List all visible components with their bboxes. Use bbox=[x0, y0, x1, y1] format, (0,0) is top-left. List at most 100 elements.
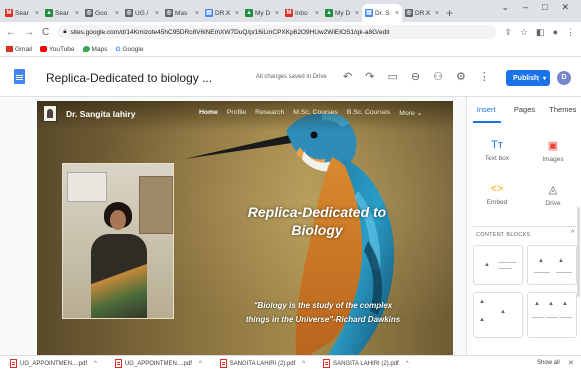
reload-icon[interactable]: C bbox=[42, 27, 49, 38]
browser-menu-icon[interactable]: ⋮ bbox=[566, 27, 575, 38]
content-block-layout[interactable]: ▲ bbox=[473, 245, 523, 285]
nav-home[interactable]: Home bbox=[199, 109, 218, 117]
browser-tab[interactable]: ◎ Mas × bbox=[162, 4, 202, 22]
gmail-icon: M bbox=[285, 9, 293, 17]
text-line bbox=[498, 262, 516, 263]
globe-icon: ◎ bbox=[85, 9, 93, 17]
close-tab-icon[interactable]: × bbox=[435, 10, 439, 17]
close-tab-icon[interactable]: × bbox=[35, 10, 39, 17]
download-menu-chevron-icon[interactable]: ^ bbox=[199, 361, 202, 367]
close-tab-icon[interactable]: × bbox=[155, 10, 159, 17]
share-icon[interactable]: ⇪ bbox=[504, 27, 512, 38]
bookmark-star-icon[interactable]: ☆ bbox=[520, 27, 528, 38]
browser-tab[interactable]: ◎ UG / × bbox=[122, 4, 162, 22]
close-tab-icon[interactable]: × bbox=[235, 10, 239, 17]
close-tab-icon[interactable]: × bbox=[395, 10, 399, 17]
download-item[interactable]: SANGITA LAHIRI (2).pdf ^ bbox=[323, 359, 409, 368]
publish-button[interactable]: Publish ▾ bbox=[506, 70, 550, 86]
google-sites-icon[interactable] bbox=[14, 69, 25, 84]
close-tab-icon[interactable]: × bbox=[355, 10, 359, 17]
site-name[interactable]: Dr. Sangita lahiry bbox=[66, 109, 135, 119]
download-item[interactable]: UG_APPOINTMEN....pdf ^ bbox=[114, 359, 202, 368]
download-item[interactable]: UG_APPOINTMEN....pdf ^ bbox=[10, 359, 97, 368]
nav-research[interactable]: Research bbox=[255, 109, 284, 117]
tab-title: Sear bbox=[15, 9, 29, 17]
browser-tab[interactable]: ▲ My D × bbox=[242, 4, 282, 22]
browser-tab[interactable]: M Inbo × bbox=[282, 4, 322, 22]
nav-msc-courses[interactable]: M.Sc. Courses bbox=[293, 109, 338, 117]
publish-dropdown-icon[interactable]: ▾ bbox=[538, 74, 550, 82]
document-title[interactable]: Replica-Dedicated to biology ... bbox=[46, 71, 212, 85]
insert-images[interactable]: ▣ Images bbox=[525, 139, 581, 163]
site-headline[interactable]: Replica-Dedicated to Biology bbox=[237, 203, 397, 239]
new-tab-button[interactable]: + bbox=[446, 4, 453, 22]
close-downloads-icon[interactable]: ✕ bbox=[568, 359, 574, 367]
maximize-button[interactable]: □ bbox=[542, 2, 547, 13]
address-bar[interactable]: 🔒︎ sites.google.com/d/14Kmizote45hC95DRc… bbox=[57, 25, 497, 39]
browser-tab[interactable]: ▲ Sear × bbox=[42, 4, 82, 22]
insert-drive[interactable]: ◬ Drive bbox=[525, 183, 581, 207]
minimize-button[interactable]: – bbox=[523, 2, 528, 13]
settings-gear-icon[interactable]: ⚙ bbox=[456, 70, 466, 83]
redo-icon[interactable]: ↷ bbox=[365, 70, 374, 83]
preview-icon[interactable]: ▭ bbox=[387, 70, 397, 83]
nav-profile[interactable]: Profile bbox=[227, 109, 246, 117]
download-menu-chevron-icon[interactable]: ^ bbox=[406, 361, 409, 367]
downloads-bar: UG_APPOINTMEN....pdf ^ UG_APPOINTMEN....… bbox=[0, 355, 581, 371]
tab-pages[interactable]: Pages bbox=[505, 97, 543, 123]
close-window-button[interactable]: ✕ bbox=[561, 2, 569, 13]
profile-icon[interactable]: ● bbox=[553, 27, 558, 38]
site-header-banner[interactable]: Dr. Sangita lahiry Home Profile Research… bbox=[37, 101, 453, 355]
account-avatar[interactable]: D bbox=[557, 71, 571, 85]
tab-insert[interactable]: Insert bbox=[467, 97, 505, 123]
download-menu-chevron-icon[interactable]: ^ bbox=[302, 361, 305, 367]
pdf-file-icon bbox=[219, 359, 227, 368]
pdf-file-icon bbox=[114, 359, 122, 368]
show-all-downloads-button[interactable]: Show all bbox=[537, 360, 560, 366]
headline-line: Biology bbox=[291, 222, 343, 238]
browser-tab[interactable]: ◎ Goo × bbox=[82, 4, 122, 22]
close-tab-icon[interactable]: × bbox=[275, 10, 279, 17]
close-tab-icon[interactable]: × bbox=[315, 10, 319, 17]
content-block-layout[interactable]: ▲ ▲ ▲ bbox=[527, 292, 577, 338]
back-icon[interactable]: ← bbox=[6, 27, 16, 38]
link-icon[interactable]: ⊖ bbox=[411, 70, 420, 83]
close-tab-icon[interactable]: × bbox=[195, 10, 199, 17]
forward-icon[interactable]: → bbox=[24, 27, 34, 38]
browser-tab[interactable]: ▲ My D × bbox=[322, 4, 362, 22]
browser-tab[interactable]: ▤ Dr. S × bbox=[362, 4, 402, 22]
content-block-layout[interactable]: ▲ ▲ ▲ bbox=[473, 292, 523, 338]
close-tab-icon[interactable]: × bbox=[75, 10, 79, 17]
bookmark-gmail[interactable]: Gmail bbox=[6, 46, 32, 53]
window-controls: ⌄ – □ ✕ bbox=[501, 2, 581, 13]
bookmark-youtube[interactable]: YouTube bbox=[39, 46, 75, 53]
quote-line: "Biology is the study of the complex bbox=[253, 301, 393, 310]
browser-tab[interactable]: ▤ DR.K × bbox=[202, 4, 242, 22]
undo-icon[interactable]: ↶ bbox=[343, 70, 352, 83]
browser-tab[interactable]: M Sear × bbox=[2, 4, 42, 22]
sidepanel-icon[interactable]: ◧ bbox=[536, 27, 545, 38]
nav-more[interactable]: More ⌄ bbox=[399, 109, 422, 117]
site-logo[interactable] bbox=[43, 105, 57, 122]
collapse-chevron-icon[interactable]: ^ bbox=[571, 230, 574, 237]
share-people-icon[interactable]: ⚇ bbox=[433, 70, 443, 83]
site-navigation: Home Profile Research M.Sc. Courses B.Sc… bbox=[199, 109, 422, 117]
site-quote[interactable]: "Biology is the study of the complex thi… bbox=[225, 299, 421, 327]
close-tab-icon[interactable]: × bbox=[115, 10, 119, 17]
content-block-layout[interactable]: ▲ ▲ bbox=[527, 245, 577, 285]
bookmark-google[interactable]: G Google bbox=[115, 46, 143, 53]
profile-photo[interactable] bbox=[62, 163, 174, 319]
tab-themes[interactable]: Themes bbox=[544, 97, 581, 123]
bookmark-maps[interactable]: Maps bbox=[82, 46, 107, 53]
download-menu-chevron-icon[interactable]: ^ bbox=[94, 361, 97, 367]
insert-embed[interactable]: <> Embed bbox=[469, 183, 525, 206]
panel-scrollbar[interactable] bbox=[577, 207, 580, 297]
nav-bsc-courses[interactable]: B.Sc. Courses bbox=[347, 109, 390, 117]
sites-icon: ▤ bbox=[205, 9, 213, 17]
more-options-icon[interactable]: ⋮ bbox=[479, 70, 490, 83]
tab-search-icon[interactable]: ⌄ bbox=[501, 2, 509, 13]
browser-tab[interactable]: ◎ DR.K × bbox=[402, 4, 442, 22]
download-item[interactable]: SANGITA LAHIRI (2).pdf ^ bbox=[219, 359, 305, 368]
insert-text-box[interactable]: Tт Text box bbox=[469, 139, 525, 162]
tab-title: My D bbox=[335, 9, 351, 17]
